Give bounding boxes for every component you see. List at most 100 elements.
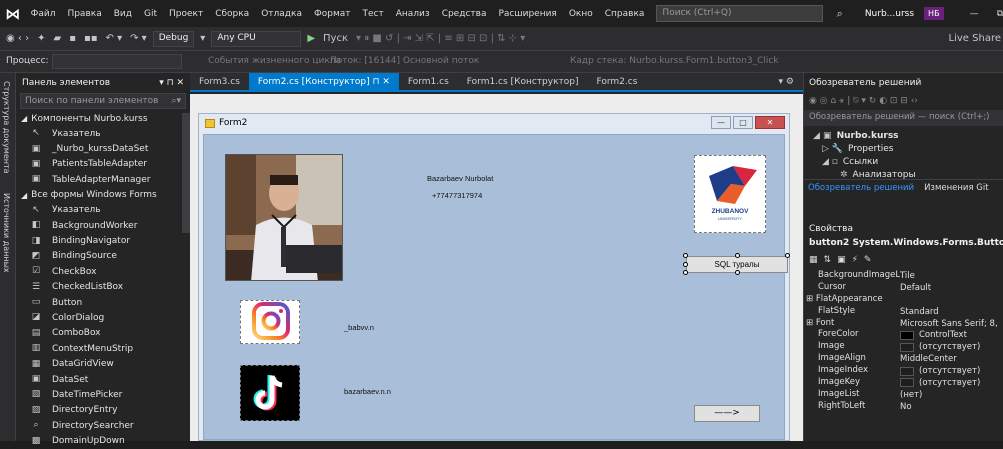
document-outline-tab[interactable]: Структура документа bbox=[2, 81, 11, 174]
property-value[interactable]: Microsoft Sans Serif; 8, bbox=[900, 318, 1003, 330]
toolbox-item[interactable]: ☰ CheckedListBox bbox=[16, 280, 190, 295]
toolbox-item[interactable]: ◪ ColorDialog bbox=[16, 310, 190, 325]
solution-toolbar-icons[interactable]: ◉ ◎ ⌂ ⚹ | ⍉ ▾ ↻ ◐ ⊡ ⊟ ‹› bbox=[809, 96, 918, 106]
property-value[interactable]: (отсутствует) bbox=[900, 365, 1003, 377]
instagram-label[interactable]: _babvv.n bbox=[344, 323, 374, 332]
toolbox-item[interactable]: ▣ TableAdapterManager bbox=[16, 172, 190, 187]
form2-window[interactable]: Form2 — □ ✕ Bazarbaev Nurbolat +77477317… bbox=[198, 113, 790, 441]
data-sources-tab[interactable]: Источники данных bbox=[2, 193, 11, 273]
property-row[interactable]: ImageKey (отсутствует) bbox=[804, 377, 1003, 389]
property-row[interactable]: BackgroundImageLayoutTile bbox=[804, 270, 1003, 282]
toolbox-item[interactable]: ▣ DataSet bbox=[16, 372, 190, 387]
redo-icon[interactable]: ↷ ▾ bbox=[128, 33, 149, 44]
panel-pin-close-icons[interactable]: ▾ ⊓ ✕ bbox=[159, 78, 184, 88]
tiktok-picturebox[interactable] bbox=[240, 365, 300, 421]
toolbox-item[interactable]: ↖ Указатель bbox=[16, 126, 190, 141]
menu-item-0[interactable]: Файл bbox=[25, 9, 62, 19]
thread-dropdown[interactable]: Поток: [16144] Основной поток bbox=[330, 56, 479, 66]
solution-tree-item[interactable]: ◢ ▣ Nurbo.kurss bbox=[804, 129, 1003, 142]
toolbox-group[interactable]: ◢ Все формы Windows Forms bbox=[16, 188, 190, 203]
config-dropdown[interactable]: Debug bbox=[152, 30, 195, 47]
university-logo-picturebox[interactable]: ZHUBANOV UNIVERSITY bbox=[694, 155, 766, 233]
property-value[interactable]: (отсутствует) bbox=[900, 341, 1003, 353]
toolbox-item[interactable]: ▨ DirectoryEntry bbox=[16, 403, 190, 418]
tab-document[interactable]: Form2.cs bbox=[587, 73, 646, 90]
tab-git-changes[interactable]: Изменения Git bbox=[924, 183, 989, 193]
form-close-icon[interactable]: ✕ bbox=[755, 116, 785, 129]
menu-item-6[interactable]: Отладка bbox=[255, 9, 308, 19]
form-minimize-icon[interactable]: — bbox=[711, 116, 731, 129]
new-project-icon[interactable]: ✦ bbox=[35, 33, 47, 44]
back-forward-icon[interactable]: ◉ ‹ › bbox=[4, 33, 31, 44]
property-row[interactable]: ImageList (нет) bbox=[804, 389, 1003, 401]
property-row[interactable]: Image (отсутствует) bbox=[804, 341, 1003, 353]
toolbox-item[interactable]: ▣ _Nurbo_kurssDataSet bbox=[16, 141, 190, 156]
property-row[interactable]: RightToLeft No bbox=[804, 401, 1003, 413]
save-icon[interactable]: ▪ bbox=[67, 33, 78, 44]
menu-item-3[interactable]: Git bbox=[138, 9, 163, 19]
search-icon[interactable]: ⌕▾ bbox=[171, 96, 181, 106]
tab-options-icon[interactable]: ▾ ⚙ bbox=[770, 73, 803, 90]
menu-item-10[interactable]: Средства bbox=[436, 9, 493, 19]
property-value[interactable]: Tile bbox=[900, 270, 1003, 282]
toolbox-item[interactable]: ◨ BindingNavigator bbox=[16, 233, 190, 248]
stack-frame-dropdown[interactable]: Кадр стека: Nurbo.kurss.Form1.button3_Cl… bbox=[570, 56, 779, 66]
next-form-button[interactable]: ——> bbox=[694, 405, 760, 422]
form-maximize-icon[interactable]: □ bbox=[733, 116, 753, 129]
lifecycle-events[interactable]: События жизненного цикла bbox=[208, 56, 341, 66]
toolbox-item[interactable]: ↖ Указатель bbox=[16, 203, 190, 218]
toolbox-search-input[interactable]: Поиск по панели элементов ⌕▾ bbox=[20, 93, 186, 109]
property-value[interactable]: Standard bbox=[900, 306, 1003, 318]
tab-document[interactable]: Form3.cs bbox=[190, 73, 249, 90]
save-all-icon[interactable]: ▪▪ bbox=[82, 33, 100, 44]
property-row[interactable]: ⊞ FlatAppearance bbox=[804, 294, 1003, 306]
toolbox-item[interactable]: ▤ ComboBox bbox=[16, 326, 190, 341]
resize-handle[interactable] bbox=[735, 270, 740, 275]
menu-item-12[interactable]: Окно bbox=[563, 9, 599, 19]
property-pages-icon[interactable]: ✎ bbox=[864, 255, 872, 265]
toolbox-item[interactable]: ▩ DomainUpDown bbox=[16, 433, 190, 448]
property-row[interactable]: Cursor Default bbox=[804, 282, 1003, 294]
menu-item-2[interactable]: Вид bbox=[108, 9, 138, 19]
profile-picturebox[interactable] bbox=[225, 154, 343, 281]
events-icon[interactable]: ⚡ bbox=[852, 255, 858, 265]
start-button[interactable]: Пуск bbox=[321, 33, 350, 44]
toolbox-item[interactable]: ◩ BindingSource bbox=[16, 249, 190, 264]
menu-item-8[interactable]: Тест bbox=[357, 9, 390, 19]
toolbox-item[interactable]: ▭ Button bbox=[16, 295, 190, 310]
toolbox-item[interactable]: ▧ DateTimePicker bbox=[16, 387, 190, 402]
tab-document[interactable]: Form1.cs bbox=[399, 73, 458, 90]
start-icon[interactable]: ▶ bbox=[305, 33, 317, 44]
process-dropdown[interactable] bbox=[52, 54, 182, 69]
undo-icon[interactable]: ↶ ▾ bbox=[104, 33, 125, 44]
alphabetical-icon[interactable]: ⇅ bbox=[824, 255, 832, 265]
toolbox-item[interactable]: ▣ PatientsTableAdapter bbox=[16, 157, 190, 172]
property-value[interactable]: Default bbox=[900, 282, 1003, 294]
toolbox-group[interactable]: ◢ Компоненты Nurbo.kurss bbox=[16, 111, 190, 126]
name-label[interactable]: Bazarbaev Nurbolat bbox=[427, 174, 493, 183]
solution-explorer-search[interactable]: Обозреватель решений — поиск (Ctrl+;) bbox=[804, 110, 1003, 126]
resize-handle[interactable] bbox=[735, 253, 740, 258]
search-input[interactable]: Поиск (Ctrl+Q) bbox=[656, 5, 823, 22]
open-icon[interactable]: ▰ bbox=[51, 33, 63, 44]
menu-item-4[interactable]: Проект bbox=[163, 9, 209, 19]
property-value[interactable]: (нет) bbox=[900, 389, 1003, 401]
restore-button[interactable]: ⧉ bbox=[997, 9, 1003, 19]
property-row[interactable]: ForeColor ControlText bbox=[804, 329, 1003, 341]
property-row[interactable]: ImageIndex (отсутствует) bbox=[804, 365, 1003, 377]
menu-item-5[interactable]: Сборка bbox=[209, 9, 255, 19]
resize-handle[interactable] bbox=[683, 253, 688, 258]
minimize-button[interactable]: — bbox=[970, 9, 979, 19]
tab-document[interactable]: Form1.cs [Конструктор] bbox=[458, 73, 588, 90]
menu-item-13[interactable]: Справка bbox=[599, 9, 651, 19]
properties-object-selector[interactable]: button2 System.Windows.Forms.Button bbox=[804, 236, 1003, 250]
menu-item-1[interactable]: Правка bbox=[61, 9, 107, 19]
property-row[interactable]: ⊞ Font Microsoft Sans Serif; 8, bbox=[804, 318, 1003, 330]
property-value[interactable] bbox=[900, 294, 1003, 306]
resize-handle[interactable] bbox=[683, 270, 688, 275]
toolbox-scrollbar[interactable] bbox=[182, 113, 190, 233]
phone-label[interactable]: +77477317974 bbox=[432, 191, 482, 200]
user-avatar[interactable]: НБ bbox=[924, 7, 944, 20]
resize-handle[interactable] bbox=[683, 262, 688, 267]
visual-studio-logo-icon[interactable]: ⋈ bbox=[5, 4, 21, 24]
